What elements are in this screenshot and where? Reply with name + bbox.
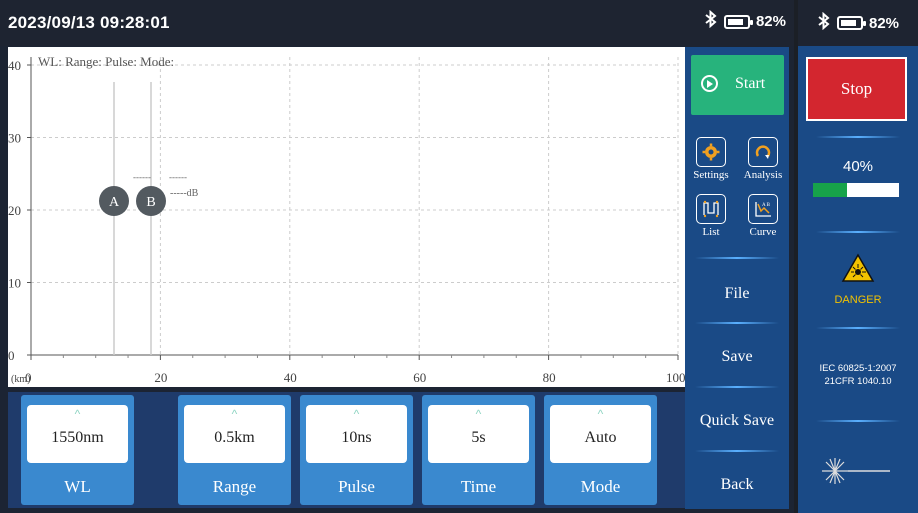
separator	[695, 322, 779, 324]
y-tick-label: 0	[8, 348, 15, 363]
progress-percent: 40%	[842, 158, 874, 175]
analysis-label: Analysis	[743, 169, 783, 181]
separator	[816, 231, 900, 233]
file-button[interactable]: File	[685, 285, 789, 303]
curve-label: Curve	[749, 226, 777, 238]
param-value: 0.5km	[214, 429, 255, 446]
x-tick-label: 80	[543, 370, 556, 385]
param-card-pulse[interactable]: ^ 10ns Pulse	[300, 395, 413, 505]
bluetooth-icon	[817, 11, 831, 34]
back-button[interactable]: Back	[685, 476, 789, 494]
x-unit-label: (km)	[11, 374, 30, 385]
battery-icon	[723, 14, 753, 29]
param-value: 5s	[471, 429, 486, 446]
separator	[695, 386, 779, 388]
battery-percent: 82%	[755, 13, 786, 30]
gear-icon	[696, 137, 726, 167]
action-sidebar: Start Settings Analysis List A B Curve F…	[685, 47, 789, 509]
quick-save-button[interactable]: Quick Save	[685, 412, 789, 430]
y-tick-label: 10	[8, 276, 21, 291]
param-value-box[interactable]: ^ 0.5km	[184, 405, 285, 463]
iec-standard: IEC 60825-1:2007	[819, 363, 897, 374]
marker-a-value: ------	[133, 172, 151, 182]
param-label: Mode	[580, 477, 621, 496]
x-tick-label: 40	[284, 370, 297, 385]
analysis-button[interactable]: Analysis	[737, 137, 789, 181]
play-icon	[701, 75, 718, 92]
status-bar: 2023/09/13 09:28:01 82%	[0, 0, 794, 46]
datetime: 2023/09/13 09:28:01	[8, 13, 170, 32]
stop-button[interactable]: Stop	[806, 57, 907, 121]
param-label: Pulse	[338, 477, 375, 496]
progress-bar	[813, 183, 899, 197]
separator	[695, 450, 779, 452]
parameter-bar: ^ 1550nm WL ^ 0.5km Range ^ 10ns Pulse ^ 5s …	[8, 392, 685, 508]
battery-icon	[836, 16, 866, 30]
curve-button[interactable]: A B Curve	[737, 194, 789, 238]
param-value: 1550nm	[51, 429, 104, 446]
marker-b-label: B	[146, 195, 155, 210]
param-value-box[interactable]: ^ 5s	[428, 405, 529, 463]
laser-standard-text: IEC 60825-1:2007 21CFR 1040.10	[798, 362, 918, 388]
start-label: Start	[735, 75, 766, 92]
param-card-mode[interactable]: ^ Auto Mode	[544, 395, 657, 505]
status-icons: 82%	[704, 9, 786, 33]
x-tick-label: 100	[666, 370, 685, 385]
list-icon	[696, 194, 726, 224]
trace-info: WL: Range: Pulse: Mode:	[38, 54, 174, 69]
danger-label: DANGER	[834, 294, 882, 306]
marker-b-value: ------	[169, 172, 187, 182]
separator	[695, 257, 779, 259]
param-value-box[interactable]: ^ Auto	[550, 405, 651, 463]
param-value: Auto	[584, 429, 617, 446]
marker-a-label: A	[109, 195, 120, 210]
list-label: List	[702, 226, 720, 238]
cfr-standard: 21CFR 1040.10	[824, 376, 892, 387]
svg-text:A B: A B	[762, 203, 771, 208]
right-status-panel: 82% Stop 40% DANGER IEC 60825-1:2007 21C…	[798, 0, 918, 513]
param-label: WL	[64, 477, 91, 496]
main-panel: 2023/09/13 09:28:01 82% 40 30 20 10 0 0 20 40 6…	[0, 0, 794, 513]
param-card-time[interactable]: ^ 5s Time	[422, 395, 535, 505]
x-tick-label: 60	[413, 370, 426, 385]
loss-db-label: -----dB	[170, 188, 199, 199]
chevron-up-icon[interactable]: ^	[550, 407, 651, 421]
param-label: Range	[212, 477, 257, 496]
chevron-up-icon[interactable]: ^	[428, 407, 529, 421]
right-status-bar: 82%	[798, 0, 918, 46]
param-value: 10ns	[341, 429, 372, 446]
param-label: Time	[460, 477, 497, 496]
param-card-range[interactable]: ^ 0.5km Range	[178, 395, 291, 505]
param-value-box[interactable]: ^ 1550nm	[27, 405, 128, 463]
laser-beam-icon	[820, 456, 892, 491]
chevron-up-icon[interactable]: ^	[184, 407, 285, 421]
y-tick-label: 20	[8, 203, 21, 218]
battery-percent: 82%	[868, 14, 900, 32]
chevron-up-icon[interactable]: ^	[27, 407, 128, 421]
refresh-analysis-icon	[748, 137, 778, 167]
separator	[816, 420, 900, 422]
separator	[816, 327, 900, 329]
param-card-wl[interactable]: ^ 1550nm WL	[21, 395, 134, 505]
chevron-up-icon[interactable]: ^	[306, 407, 407, 421]
param-value-box[interactable]: ^ 10ns	[306, 405, 407, 463]
bluetooth-icon	[704, 9, 718, 33]
y-tick-label: 40	[8, 58, 21, 73]
settings-button[interactable]: Settings	[685, 137, 737, 181]
y-tick-label: 30	[8, 131, 21, 146]
start-button[interactable]: Start	[691, 55, 784, 115]
separator	[816, 136, 900, 138]
otdr-trace-plot[interactable]: 40 30 20 10 0 0 20 40 60 80 100 WL: Range: Pulse:…	[8, 47, 686, 387]
curve-icon: A B	[748, 194, 778, 224]
progress-fill	[813, 183, 848, 197]
save-button[interactable]: Save	[685, 348, 789, 366]
x-tick-label: 20	[154, 370, 167, 385]
list-button[interactable]: List	[685, 194, 737, 238]
settings-label: Settings	[693, 169, 729, 181]
laser-warning-icon	[841, 253, 875, 288]
